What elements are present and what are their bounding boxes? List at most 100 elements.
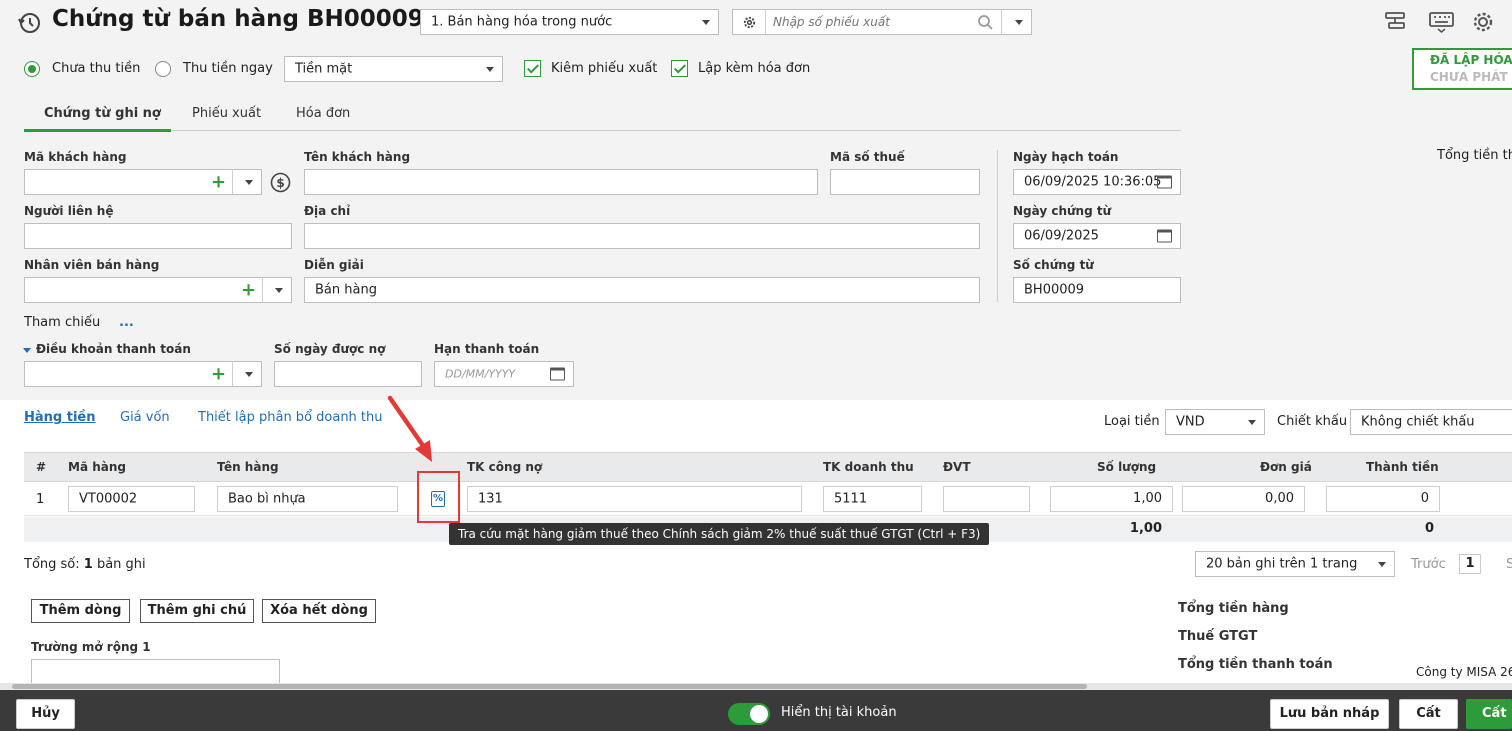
add-icon[interactable]: + xyxy=(211,172,226,193)
calendar-icon[interactable] xyxy=(1157,175,1172,189)
total-amount-label: Tổng tiền th xyxy=(1437,148,1512,163)
credit-days-input[interactable] xyxy=(274,361,422,387)
gear-icon[interactable] xyxy=(742,15,757,30)
amount-cell[interactable]: 0 xyxy=(1326,486,1440,512)
discount-value: Không chiết khấu xyxy=(1361,414,1475,430)
checkbox-export-slip[interactable] xyxy=(524,60,541,77)
voucher-no-label: Số chứng từ xyxy=(1013,258,1094,272)
chevron-down-icon[interactable] xyxy=(245,372,253,377)
salesperson-label: Nhân viên bán hàng xyxy=(24,258,160,272)
contact-input[interactable] xyxy=(24,223,292,249)
checkbox-invoice[interactable] xyxy=(671,60,688,77)
radio-unpaid[interactable] xyxy=(24,61,40,77)
extended-field-input[interactable] xyxy=(31,659,280,685)
export-search-input[interactable] xyxy=(773,13,963,31)
discount-label: Chiết khấu xyxy=(1277,414,1348,429)
revenue-account-cell[interactable]: 5111 xyxy=(823,486,922,512)
scrollbar-thumb[interactable] xyxy=(12,684,1087,689)
clear-rows-button[interactable]: Xóa hết dòng xyxy=(262,599,376,623)
export-search-box[interactable] xyxy=(732,9,1032,35)
radio-unpaid-label: Chưa thu tiền xyxy=(52,61,141,76)
page-number-button[interactable]: 1 xyxy=(1459,554,1481,574)
subtab-cost-price[interactable]: Giá vốn xyxy=(120,410,170,425)
tab-invoice[interactable]: Hóa đơn xyxy=(296,106,350,121)
discount-select[interactable]: Không chiết khấu xyxy=(1350,409,1512,435)
due-date-placeholder: DD/MM/YYYY xyxy=(445,367,516,381)
col-header-unit: ĐVT xyxy=(943,460,971,474)
tax-code-input[interactable] xyxy=(830,169,980,195)
layout-icon[interactable] xyxy=(1383,10,1407,34)
extended-field-label: Trường mở rộng 1 xyxy=(31,640,151,654)
calendar-icon[interactable] xyxy=(1157,229,1172,243)
unit-price-cell[interactable]: 0,00 xyxy=(1182,486,1305,512)
radio-paid-label: Thu tiền ngay xyxy=(183,61,273,76)
due-date-label: Hạn thanh toán xyxy=(434,342,540,356)
subtab-revenue-allocation[interactable]: Thiết lập phân bổ doanh thu xyxy=(198,410,383,425)
payment-method-select[interactable]: Tiền mặt xyxy=(284,56,503,82)
save-primary-button[interactable]: Cất xyxy=(1466,699,1512,729)
chevron-down-icon[interactable] xyxy=(275,288,283,293)
description-input[interactable]: Bán hàng xyxy=(304,277,980,303)
history-icon[interactable] xyxy=(16,10,42,36)
tab-debit-voucher[interactable]: Chứng từ ghi nợ xyxy=(44,106,161,121)
customer-name-input[interactable] xyxy=(304,169,818,195)
currency-icon[interactable]: $ xyxy=(270,172,291,193)
next-page-button[interactable]: S xyxy=(1506,557,1512,572)
record-count: Tổng số: 1 bản ghi xyxy=(24,557,146,572)
row-index: 1 xyxy=(36,492,45,507)
subtab-goods-money[interactable]: Hàng tiền xyxy=(24,410,95,425)
contact-label: Người liên hệ xyxy=(24,204,114,218)
col-header-item-code: Mã hàng xyxy=(68,460,126,474)
collapse-caret-icon[interactable] xyxy=(23,348,31,353)
item-name-cell[interactable]: Bao bì nhựa xyxy=(217,486,398,512)
salesperson-input[interactable]: + xyxy=(24,277,292,303)
posting-date-input[interactable]: 06/09/2025 10:36:05 xyxy=(1013,169,1181,195)
annotation-arrow-icon xyxy=(387,395,432,462)
goods-total-label: Tổng tiền hàng xyxy=(1178,601,1289,616)
save-button[interactable]: Cất xyxy=(1399,699,1458,729)
address-input[interactable] xyxy=(304,223,980,249)
customer-code-input[interactable]: + xyxy=(24,169,262,195)
add-row-button[interactable]: Thêm dòng xyxy=(31,599,130,623)
tax-lookup-tooltip: Tra cứu mặt hàng giảm thuế theo Chính sá… xyxy=(449,523,990,545)
show-accounts-toggle[interactable] xyxy=(728,703,770,725)
status-line-2: CHƯA PHÁT xyxy=(1430,70,1508,84)
vat-label: Thuế GTGT xyxy=(1178,629,1258,644)
unit-cell[interactable] xyxy=(943,486,1030,512)
horizontal-scrollbar[interactable] xyxy=(0,683,1512,690)
col-header-quantity: Số lượng xyxy=(1097,460,1157,474)
keyboard-icon[interactable] xyxy=(1428,11,1455,33)
payment-terms-input[interactable]: + xyxy=(24,361,262,387)
calendar-icon[interactable] xyxy=(550,367,565,381)
credit-days-label: Số ngày được nợ xyxy=(274,342,386,356)
radio-paid[interactable] xyxy=(155,61,171,77)
add-icon[interactable]: + xyxy=(211,364,226,385)
reference-more-link[interactable]: ... xyxy=(119,315,134,330)
search-icon[interactable] xyxy=(977,14,994,31)
item-code-cell[interactable]: VT00002 xyxy=(68,486,195,512)
chevron-down-icon[interactable] xyxy=(245,180,253,185)
sale-type-value: 1. Bán hàng hóa trong nước xyxy=(431,14,613,30)
chevron-down-icon[interactable] xyxy=(1015,20,1023,25)
table-row[interactable]: 1 VT00002 Bao bì nhựa % 131 5111 1,00 0,… xyxy=(24,483,1512,516)
settings-gear-icon[interactable] xyxy=(1470,9,1496,35)
tab-export-slip[interactable]: Phiếu xuất xyxy=(192,106,261,121)
voucher-no-input[interactable]: BH00009 xyxy=(1013,277,1181,303)
due-date-input[interactable]: DD/MM/YYYY xyxy=(434,361,574,387)
chevron-down-icon xyxy=(486,67,494,72)
voucher-date-input[interactable]: 06/09/2025 xyxy=(1013,223,1181,249)
cancel-button[interactable]: Hủy xyxy=(16,699,75,729)
sale-type-select[interactable]: 1. Bán hàng hóa trong nước xyxy=(420,9,719,35)
save-draft-button[interactable]: Lưu bản nháp xyxy=(1270,699,1389,729)
col-header-debt-account: TK công nợ xyxy=(467,460,543,474)
prev-page-button[interactable]: Trước xyxy=(1411,557,1446,572)
debt-account-cell[interactable]: 131 xyxy=(467,486,802,512)
currency-select[interactable]: VND xyxy=(1165,409,1265,435)
add-note-button[interactable]: Thêm ghi chú xyxy=(140,599,254,623)
checkbox-invoice-label: Lập kèm hóa đơn xyxy=(698,61,811,76)
add-icon[interactable]: + xyxy=(241,280,256,301)
col-header-unit-price: Đơn giá xyxy=(1260,460,1312,474)
page-size-select[interactable]: 20 bản ghi trên 1 trang xyxy=(1195,551,1395,577)
description-value: Bán hàng xyxy=(315,282,377,298)
quantity-cell[interactable]: 1,00 xyxy=(1050,486,1173,512)
